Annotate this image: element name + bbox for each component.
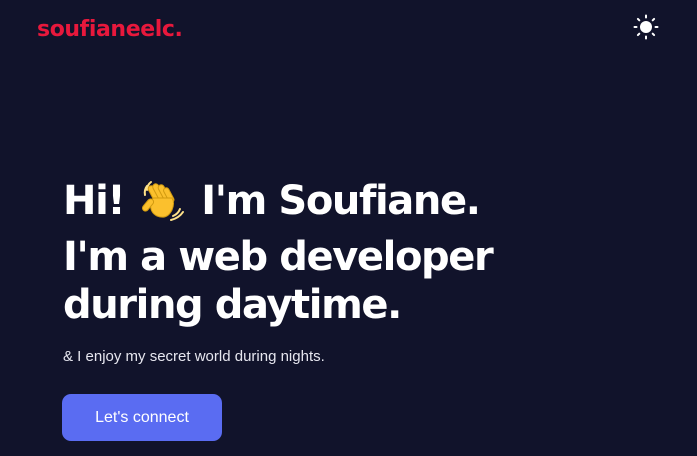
hero-subtitle: & I enjoy my secret world during nights. [63, 348, 325, 365]
intro-name-text: I'm Soufiane. [201, 178, 481, 224]
headline-line-2: I'm a web developer [63, 234, 494, 280]
sun-icon [633, 14, 659, 40]
site-logo[interactable]: soufianeelc. [37, 15, 183, 45]
theme-toggle-button[interactable] [631, 12, 661, 42]
lets-connect-button[interactable]: Let's connect [62, 394, 222, 441]
headline-line-1: Hi! I'm Soufiane. [63, 176, 683, 233]
headline-line-3: during daytime. [63, 282, 402, 328]
hero-section: Hi! I'm Soufiane. I'm a web developer du… [63, 176, 683, 329]
greeting-text: Hi! [63, 178, 126, 224]
hero-headline: Hi! I'm Soufiane. I'm a web developer du… [63, 176, 683, 329]
waving-hand-icon [139, 176, 185, 233]
